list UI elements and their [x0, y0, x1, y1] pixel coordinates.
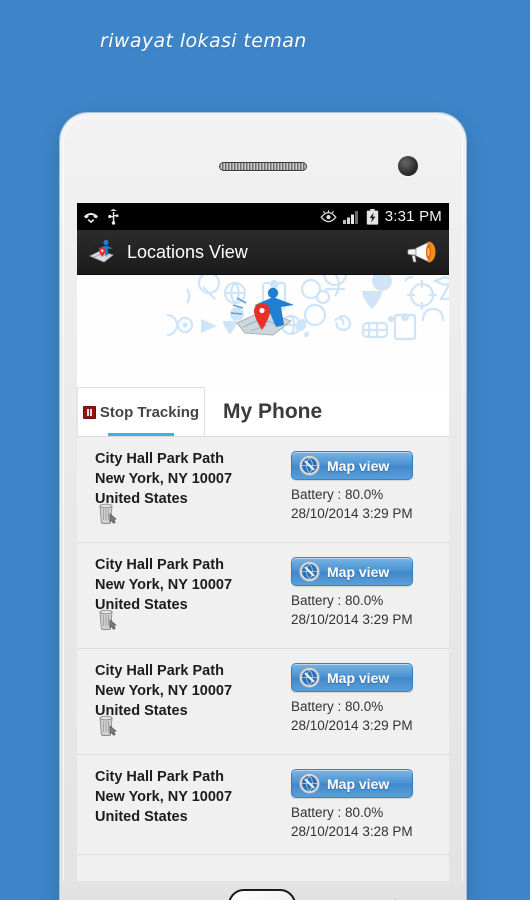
table-row[interactable]: City Hall Park Path New York, NY 10007 U… — [77, 543, 449, 649]
address-line-3: United States — [95, 809, 188, 825]
tab-row: Stop Tracking My Phone — [77, 387, 449, 437]
usb-icon — [108, 208, 119, 225]
row-meta: Battery : 80.0% 28/10/2014 3:29 PM — [291, 697, 435, 735]
globe-icon — [299, 667, 320, 688]
map-view-button[interactable]: Map view — [291, 557, 413, 586]
row-actions: Map view Battery : 80.0% 28/10/2014 3:29… — [291, 449, 435, 542]
location-icons-pattern — [166, 275, 449, 341]
app-action-bar: Locations View — [77, 230, 449, 275]
page-title: riwayat lokasi teman — [100, 30, 307, 52]
battery-text: Battery : 80.0% — [291, 487, 384, 502]
map-view-label: Map view — [327, 669, 390, 686]
battery-text: Battery : 80.0% — [291, 699, 384, 714]
row-actions: Map view Battery : 80.0% 28/10/2014 3:29… — [291, 661, 435, 754]
address-line-1: City Hall Park Path — [95, 663, 224, 679]
device-name-heading: My Phone — [223, 399, 323, 423]
location-map-person-icon — [87, 238, 117, 266]
map-view-label: Map view — [327, 563, 390, 580]
row-actions: Map view Battery : 80.0% 28/10/2014 3:29… — [291, 555, 435, 648]
row-meta: Battery : 80.0% 28/10/2014 3:29 PM — [291, 591, 435, 629]
trash-icon[interactable] — [97, 607, 119, 636]
address-line-2: New York, NY 10007 — [95, 471, 233, 487]
row-actions: Map view Battery : 80.0% 28/10/2014 3:28… — [291, 767, 435, 854]
eye-icon — [320, 210, 337, 223]
phone-device-frame: 3:31 PM Locations View Stop Tracking My … — [60, 113, 466, 900]
stop-tracking-button[interactable]: Stop Tracking — [77, 387, 205, 436]
row-meta: Battery : 80.0% 28/10/2014 3:28 PM — [291, 803, 435, 841]
location-address: City Hall Park Path New York, NY 10007 U… — [95, 661, 291, 754]
trash-icon[interactable] — [97, 713, 119, 742]
status-bar-clock: 3:31 PM — [384, 208, 442, 225]
map-view-label: Map view — [327, 775, 390, 792]
signal-icon — [342, 210, 360, 224]
address-line-3: United States — [95, 597, 188, 613]
stop-tracking-label: Stop Tracking — [99, 403, 200, 421]
address-line-1: City Hall Park Path — [95, 769, 224, 785]
map-view-button[interactable]: Map view — [291, 451, 413, 480]
location-address: City Hall Park Path New York, NY 10007 U… — [95, 767, 291, 854]
table-row[interactable]: City Hall Park Path New York, NY 10007 U… — [77, 437, 449, 543]
earpiece-speaker-grille — [219, 162, 307, 171]
app-banner — [77, 275, 449, 387]
timestamp-text: 28/10/2014 3:29 PM — [291, 718, 413, 734]
missed-call-icon — [83, 210, 99, 224]
map-view-button[interactable]: Map view — [291, 663, 413, 692]
row-meta: Battery : 80.0% 28/10/2014 3:29 PM — [291, 485, 435, 523]
address-line-1: City Hall Park Path — [95, 451, 224, 467]
globe-icon — [299, 561, 320, 582]
timestamp-text: 28/10/2014 3:29 PM — [291, 612, 413, 628]
globe-icon — [299, 455, 320, 476]
battery-text: Battery : 80.0% — [291, 805, 384, 820]
phone-screen: 3:31 PM Locations View Stop Tracking My … — [77, 203, 449, 881]
phone-top-bezel — [60, 113, 466, 203]
status-bar: 3:31 PM — [77, 203, 449, 230]
pause-icon — [82, 405, 96, 419]
table-row[interactable]: City Hall Park Path New York, NY 10007 U… — [77, 755, 449, 855]
front-camera-icon — [398, 156, 418, 176]
timestamp-text: 28/10/2014 3:29 PM — [291, 506, 413, 522]
home-button[interactable] — [228, 889, 296, 900]
table-row[interactable]: City Hall Park Path New York, NY 10007 U… — [77, 649, 449, 755]
tab-active-underline — [108, 433, 174, 436]
location-address: City Hall Park Path New York, NY 10007 U… — [95, 555, 291, 648]
address-line-2: New York, NY 10007 — [95, 683, 233, 699]
megaphone-icon[interactable] — [407, 239, 439, 265]
address-line-1: City Hall Park Path — [95, 557, 224, 573]
locations-list[interactable]: City Hall Park Path New York, NY 10007 U… — [77, 437, 449, 881]
trash-icon[interactable] — [97, 501, 119, 530]
location-address: City Hall Park Path New York, NY 10007 U… — [95, 449, 291, 542]
timestamp-text: 28/10/2014 3:28 PM — [291, 824, 413, 840]
map-view-label: Map view — [327, 457, 390, 474]
address-line-3: United States — [95, 703, 188, 719]
address-line-3: United States — [95, 491, 188, 507]
globe-icon — [299, 773, 320, 794]
battery-text: Battery : 80.0% — [291, 593, 384, 608]
address-line-2: New York, NY 10007 — [95, 577, 233, 593]
page-title-actionbar: Locations View — [127, 241, 248, 262]
battery-charging-icon — [366, 208, 379, 225]
phone-hardware-buttons — [60, 881, 466, 900]
address-line-2: New York, NY 10007 — [95, 789, 233, 805]
map-view-button[interactable]: Map view — [291, 769, 413, 798]
